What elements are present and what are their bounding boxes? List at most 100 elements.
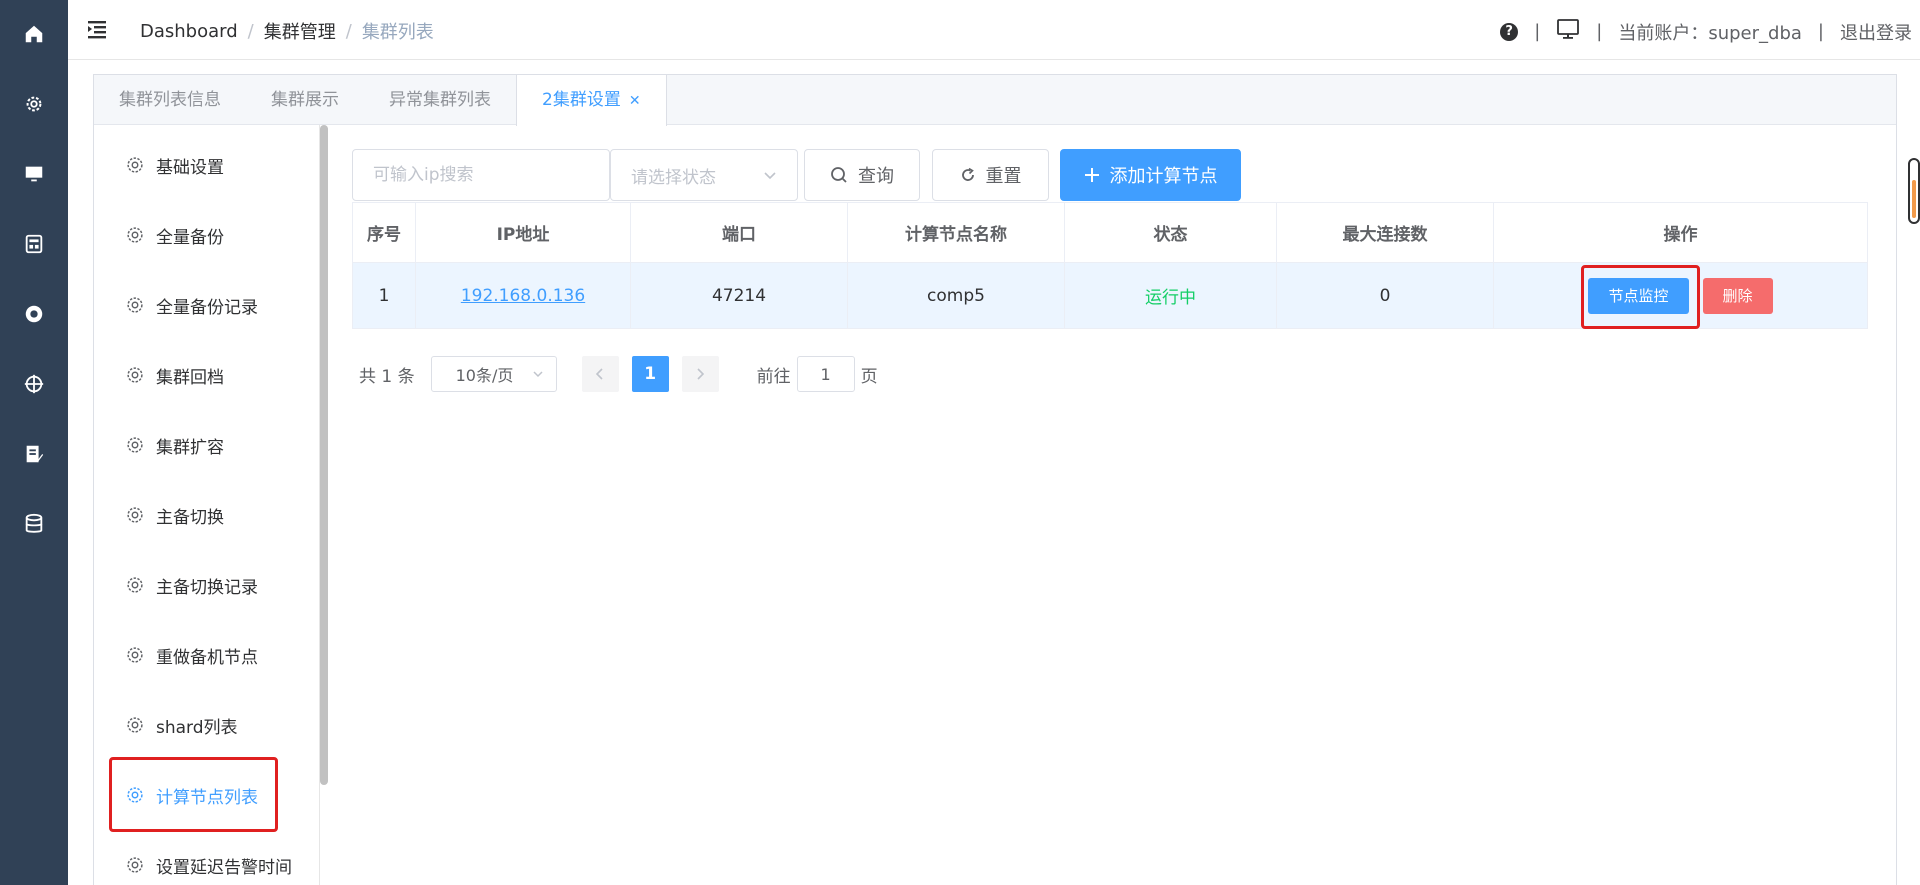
- breadcrumb: Dashboard / 集群管理 / 集群列表: [140, 18, 434, 44]
- current-account: 当前账户：super_dba: [1618, 22, 1802, 44]
- add-compute-node-button[interactable]: 添加计算节点: [1060, 149, 1241, 201]
- app-icon-rail: [0, 0, 68, 885]
- breadcrumb-cluster-management[interactable]: 集群管理: [264, 18, 336, 44]
- menu-item-8[interactable]: shard列表: [94, 690, 304, 760]
- status-select-placeholder: 请选择状态: [631, 167, 716, 188]
- menu-item-label: 主备切换记录: [156, 577, 258, 598]
- col-index: 序号: [352, 203, 416, 262]
- menu-item-label: shard列表: [156, 717, 238, 738]
- page-suffix: 页: [860, 366, 878, 387]
- gear-icon: [124, 504, 156, 526]
- edit-document-icon[interactable]: [0, 434, 68, 474]
- cluster-settings-card: 集群列表信息 集群展示 异常集群列表 2集群设置 ✕ 基础设置全量备份全量备份记录…: [93, 74, 1897, 885]
- menu-item-6[interactable]: 主备切换记录: [94, 550, 304, 620]
- ip-search-input[interactable]: [352, 149, 610, 201]
- monitor-icon[interactable]: [0, 154, 68, 194]
- next-page-button[interactable]: [681, 356, 719, 392]
- screen-icon[interactable]: [1556, 17, 1580, 46]
- table-row: 1 192.168.0.136 47214 comp5 运行中 0 节点监控 删…: [352, 263, 1868, 329]
- page-size-select[interactable]: 10条/页: [430, 356, 557, 392]
- dashboard-panel-icon[interactable]: [0, 224, 68, 264]
- reset-button-label: 重置: [985, 166, 1022, 187]
- gear-icon: [124, 434, 156, 456]
- pagination: 共 1 条 10条/页 1 前往 页: [359, 356, 878, 392]
- menu-item-3[interactable]: 集群回档: [94, 340, 304, 410]
- tab-cluster-settings[interactable]: 2集群设置 ✕: [516, 75, 667, 126]
- tab-cluster-list-info[interactable]: 集群列表信息: [94, 75, 246, 125]
- row-port: 47214: [631, 263, 848, 328]
- menu-item-2[interactable]: 全量备份记录: [94, 270, 304, 340]
- chevron-right-icon: [697, 368, 705, 380]
- plus-icon: [1084, 168, 1099, 182]
- lifebuoy-icon[interactable]: [0, 294, 68, 334]
- search-icon: [831, 167, 847, 183]
- row-actions: 节点监控 删除: [1494, 263, 1868, 328]
- status-select[interactable]: 请选择状态: [610, 149, 798, 201]
- menu-item-label: 基础设置: [156, 157, 224, 178]
- tab-cluster-settings-label: 2集群设置: [542, 90, 621, 110]
- gear-icon: [124, 294, 156, 316]
- col-status: 状态: [1065, 203, 1277, 262]
- menu-item-label: 集群回档: [156, 367, 224, 388]
- settings-menu: 基础设置全量备份全量备份记录 集群回档集群扩容主备切换主备切换记录 重做备机节点 sh…: [94, 125, 320, 885]
- tab-cluster-display[interactable]: 集群展示: [246, 75, 364, 125]
- query-button[interactable]: 查询: [804, 149, 920, 201]
- menu-item-0[interactable]: 基础设置: [94, 130, 304, 200]
- page-size-value: 10条/页: [455, 366, 514, 385]
- row-node-name: comp5: [848, 263, 1065, 328]
- chevron-left-icon: [595, 368, 603, 380]
- menu-scrollbar[interactable]: [320, 125, 328, 785]
- col-node-name: 计算节点名称: [848, 203, 1065, 262]
- menu-item-label: 全量备份记录: [156, 297, 258, 318]
- gear-icon: [124, 154, 156, 176]
- breadcrumb-dashboard[interactable]: Dashboard: [140, 21, 238, 42]
- menu-item-9[interactable]: 计算节点列表: [94, 760, 304, 830]
- row-index: 1: [352, 263, 416, 328]
- prev-page-button[interactable]: [581, 356, 619, 392]
- menu-item-label: 计算节点列表: [156, 787, 258, 808]
- gear-icon: [124, 784, 156, 806]
- help-icon[interactable]: ?: [1500, 22, 1519, 41]
- top-header: Dashboard / 集群管理 / 集群列表 ? | | 当前账户：super…: [68, 0, 1920, 60]
- gear-icon: [124, 364, 156, 386]
- home-icon[interactable]: [0, 14, 68, 54]
- header-actions: ? | | 当前账户：super_dba | 退出登录: [1500, 17, 1912, 46]
- menu-item-label: 重做备机节点: [156, 647, 258, 668]
- refresh-icon: [961, 167, 974, 181]
- menu-item-5[interactable]: 主备切换: [94, 480, 304, 550]
- page-scrollbar[interactable]: [1908, 158, 1920, 224]
- gear-icon: [124, 574, 156, 596]
- settings-icon[interactable]: [0, 84, 68, 124]
- menu-item-7[interactable]: 重做备机节点: [94, 620, 304, 690]
- tab-bar: 集群列表信息 集群展示 异常集群列表 2集群设置 ✕: [94, 75, 1896, 126]
- row-max-connections: 0: [1277, 263, 1494, 328]
- col-actions: 操作: [1494, 203, 1868, 262]
- menu-item-4[interactable]: 集群扩容: [94, 410, 304, 480]
- menu-toggle-icon[interactable]: [86, 18, 108, 40]
- crosshair-icon[interactable]: [0, 364, 68, 404]
- chevron-down-icon: [533, 371, 543, 378]
- col-ip: IP地址: [416, 203, 631, 262]
- gear-icon: [124, 644, 156, 666]
- database-icon[interactable]: [0, 504, 68, 544]
- menu-item-1[interactable]: 全量备份: [94, 200, 304, 270]
- row-status: 运行中: [1065, 263, 1277, 328]
- ip-link[interactable]: 192.168.0.136: [461, 286, 585, 306]
- menu-item-label: 全量备份: [156, 227, 224, 248]
- goto-label: 前往: [756, 366, 791, 387]
- reset-button[interactable]: 重置: [932, 149, 1049, 201]
- add-compute-node-label: 添加计算节点: [1109, 166, 1218, 187]
- col-max-connections: 最大连接数: [1277, 203, 1494, 262]
- page-number-current[interactable]: 1: [631, 356, 669, 392]
- goto-page-input[interactable]: [796, 356, 855, 392]
- menu-item-10[interactable]: 设置延迟告警时间: [94, 830, 304, 885]
- tab-close-icon[interactable]: ✕: [629, 93, 641, 109]
- delete-button[interactable]: 删除: [1702, 277, 1773, 314]
- pagination-total: 共 1 条: [359, 366, 415, 387]
- node-monitor-button[interactable]: 节点监控: [1588, 277, 1689, 314]
- menu-item-label: 集群扩容: [156, 437, 224, 458]
- gear-icon: [124, 854, 156, 876]
- chevron-down-icon: [764, 172, 776, 180]
- tab-abnormal-cluster-list[interactable]: 异常集群列表: [364, 75, 516, 125]
- logout-link[interactable]: 退出登录: [1840, 19, 1912, 45]
